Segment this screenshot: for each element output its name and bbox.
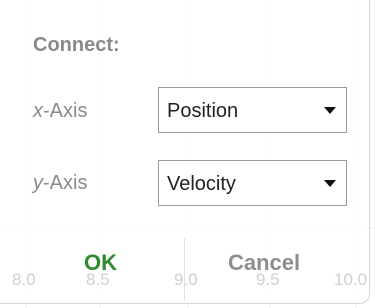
x-axis-label-suffix: -Axis xyxy=(43,100,88,122)
x-axis-selected-value: Position xyxy=(167,100,239,122)
y-axis-select[interactable]: Velocity xyxy=(158,160,347,206)
y-axis-selected-value: Velocity xyxy=(167,173,236,195)
x-axis-variable: x xyxy=(33,100,43,122)
y-axis-label-suffix: -Axis xyxy=(43,172,88,194)
x-axis-select[interactable]: Position xyxy=(158,87,347,133)
y-axis-label: y-Axis xyxy=(33,172,87,195)
x-axis-label: x-Axis xyxy=(33,100,87,123)
background-axis-tick: 8.0 xyxy=(12,270,36,289)
chevron-down-icon xyxy=(324,180,336,187)
background-axis-tick: 9.5 xyxy=(256,270,280,289)
y-axis-variable: y xyxy=(33,172,43,194)
dialog-title: Connect: xyxy=(33,34,120,56)
connect-popup-stage: Connect: x-Axis Position y-Axis Velocity… xyxy=(0,0,375,308)
background-axis-tick: 10.0 xyxy=(334,270,368,289)
button-divider xyxy=(184,238,185,300)
background-axis-tick: 8.5 xyxy=(86,270,110,289)
connect-dialog: Connect: x-Axis Position y-Axis Velocity… xyxy=(0,0,370,304)
background-axis-tick: 9.0 xyxy=(174,270,198,289)
chevron-down-icon xyxy=(324,107,336,114)
